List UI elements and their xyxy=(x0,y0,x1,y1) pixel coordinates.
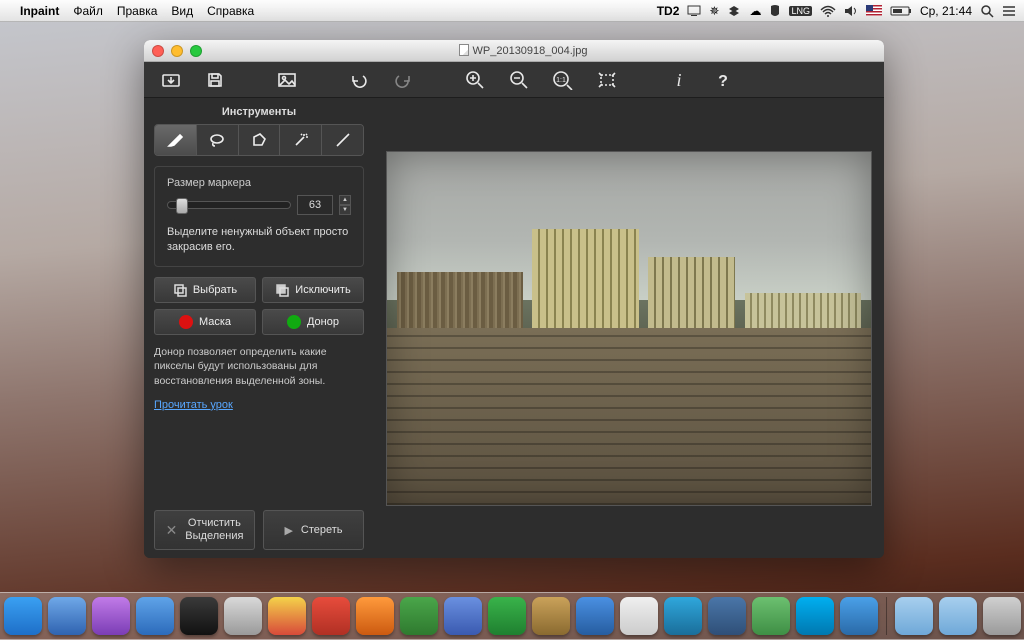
close-icon: ✕ xyxy=(166,522,178,539)
tool-lasso[interactable] xyxy=(197,125,239,155)
zoom-fit-button[interactable] xyxy=(594,67,620,93)
menu-view[interactable]: Вид xyxy=(171,4,193,18)
redo-button[interactable] xyxy=(390,67,416,93)
mask-color-swatch xyxy=(179,315,193,329)
dock-app-numbers[interactable] xyxy=(488,597,526,635)
tray-display-icon[interactable] xyxy=(687,5,701,17)
marker-size-label: Размер маркера xyxy=(167,177,351,189)
sidebar: Инструменты Размер маркера 63 ▲▼ Выделит… xyxy=(144,98,374,558)
dock-app-flame[interactable] xyxy=(356,597,394,635)
tray-dropbox-icon[interactable] xyxy=(727,5,741,17)
tool-wand[interactable] xyxy=(280,125,322,155)
image-canvas[interactable] xyxy=(386,151,872,506)
info-button[interactable]: i xyxy=(666,67,692,93)
dock-app-todoist[interactable] xyxy=(312,597,350,635)
zoom-in-button[interactable] xyxy=(462,67,488,93)
window-close-button[interactable] xyxy=(152,45,164,57)
hint-text-2: Донор позволяет определить какие пикселы… xyxy=(154,345,364,389)
dock-app-docs-folder[interactable] xyxy=(939,597,977,635)
dock-app-tweetbot[interactable] xyxy=(840,597,878,635)
donor-color-swatch xyxy=(287,315,301,329)
marker-size-slider[interactable] xyxy=(167,201,291,209)
canvas-area xyxy=(374,98,884,558)
dock-app-writer[interactable] xyxy=(752,597,790,635)
mac-menubar: Inpaint Файл Правка Вид Справка TD2 ✵ ☁ … xyxy=(0,0,1024,22)
dock-wrap xyxy=(0,592,1024,640)
dock-app-mail[interactable] xyxy=(224,597,262,635)
tray-menu-icon[interactable] xyxy=(1002,5,1016,17)
tray-battery-icon[interactable] xyxy=(890,5,912,17)
dock-app-skype[interactable] xyxy=(796,597,834,635)
image-button[interactable] xyxy=(274,67,300,93)
dock-app-evernote[interactable] xyxy=(400,597,438,635)
hint-text-1: Выделите ненужный объект просто закрасив… xyxy=(167,225,351,256)
svg-text:i: i xyxy=(676,70,681,90)
dock-app-calendar[interactable] xyxy=(620,597,658,635)
dock-app-steam[interactable] xyxy=(180,597,218,635)
tutorial-link[interactable]: Прочитать урок xyxy=(154,399,364,411)
tray-bluetooth-icon[interactable]: ✵ xyxy=(709,4,719,18)
erase-button[interactable]: ▶ Стереть xyxy=(263,510,364,550)
zoom-out-button[interactable] xyxy=(506,67,532,93)
dock-app-telegram[interactable] xyxy=(664,597,702,635)
undo-button[interactable] xyxy=(346,67,372,93)
save-button[interactable] xyxy=(202,67,228,93)
tool-row xyxy=(154,124,364,156)
tray-evernote-icon[interactable] xyxy=(769,4,781,18)
donor-button[interactable]: Донор xyxy=(262,309,364,335)
tools-title: Инструменты xyxy=(154,106,364,118)
window-title: WP_20130918_004.jpg xyxy=(202,44,884,57)
mask-button[interactable]: Маска xyxy=(154,309,256,335)
svg-text:?: ? xyxy=(718,73,728,90)
titlebar[interactable]: WP_20130918_004.jpg xyxy=(144,40,884,62)
dock-app-preview[interactable] xyxy=(576,597,614,635)
mode-buttons: Выбрать Исключить Маска Донор xyxy=(154,277,364,335)
open-button[interactable] xyxy=(158,67,184,93)
marker-size-value[interactable]: 63 xyxy=(297,195,333,215)
select-button[interactable]: Выбрать xyxy=(154,277,256,303)
dock-app-chrome[interactable] xyxy=(268,597,306,635)
tray-td-icon[interactable]: TD2 xyxy=(657,4,680,18)
menubar-tray: TD2 ✵ ☁ LNG Ср, 21:44 xyxy=(657,4,1016,18)
tray-volume-icon[interactable] xyxy=(844,5,858,17)
dock-app-finder[interactable] xyxy=(4,597,42,635)
dock-app-safari[interactable] xyxy=(48,597,86,635)
marker-size-stepper[interactable]: ▲▼ xyxy=(339,195,351,215)
exclude-button[interactable]: Исключить xyxy=(262,277,364,303)
dock-divider xyxy=(886,597,887,635)
tray-spotlight-icon[interactable] xyxy=(980,4,994,18)
svg-text:1:1: 1:1 xyxy=(556,77,566,84)
document-icon xyxy=(459,44,469,56)
play-icon: ▶ xyxy=(284,524,292,537)
tray-lang-icon[interactable]: LNG xyxy=(789,6,812,16)
tool-line[interactable] xyxy=(322,125,363,155)
window-minimize-button[interactable] xyxy=(171,45,183,57)
zoom-actual-button[interactable]: 1:1 xyxy=(550,67,576,93)
dock-app-basket[interactable] xyxy=(532,597,570,635)
menu-edit[interactable]: Правка xyxy=(117,4,158,18)
app-name[interactable]: Inpaint xyxy=(20,4,59,18)
tray-wifi-icon[interactable] xyxy=(820,5,836,17)
dock-app-vk[interactable] xyxy=(708,597,746,635)
dock-app-devon[interactable] xyxy=(444,597,482,635)
dock-app-dl-folder[interactable] xyxy=(895,597,933,635)
help-button[interactable]: ? xyxy=(710,67,736,93)
tray-cloud-icon[interactable]: ☁ xyxy=(749,4,761,18)
dock-app-trash[interactable] xyxy=(983,597,1021,635)
tray-input-flag-icon[interactable] xyxy=(866,5,882,16)
tool-marker[interactable] xyxy=(155,125,197,155)
dock xyxy=(0,592,1024,640)
window-zoom-button[interactable] xyxy=(190,45,202,57)
dock-app-appstore[interactable] xyxy=(136,597,174,635)
tray-clock[interactable]: Ср, 21:44 xyxy=(920,4,972,18)
marker-settings: Размер маркера 63 ▲▼ Выделите ненужный о… xyxy=(154,166,364,267)
dock-app-itunes[interactable] xyxy=(92,597,130,635)
menu-file[interactable]: Файл xyxy=(73,4,103,18)
toolbar: 1:1 i ? xyxy=(144,62,884,98)
clear-selection-button[interactable]: ✕ ОтчиститьВыделения xyxy=(154,510,255,550)
menu-help[interactable]: Справка xyxy=(207,4,254,18)
tool-polygon[interactable] xyxy=(239,125,281,155)
app-window: WP_20130918_004.jpg 1:1 i ? Инструменты xyxy=(144,40,884,558)
